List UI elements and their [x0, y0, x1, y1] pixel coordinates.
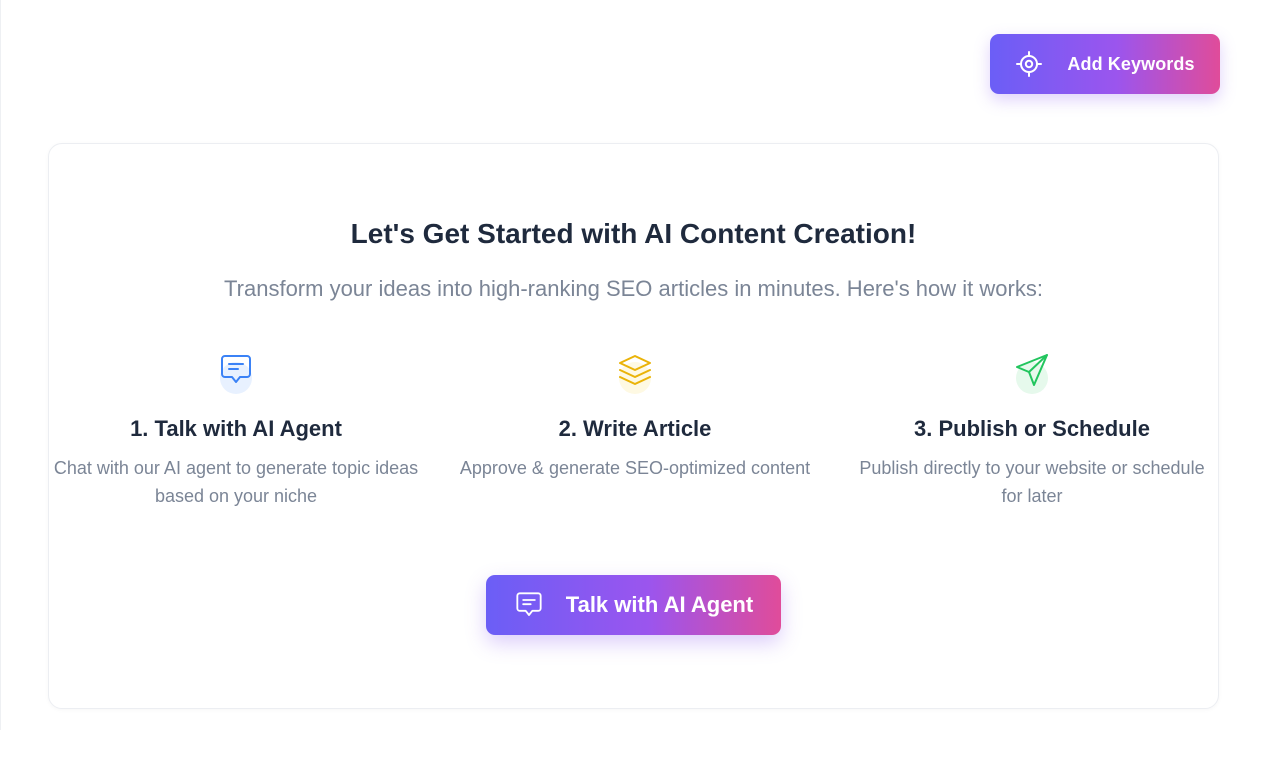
add-keywords-label: Add Keywords — [1067, 53, 1195, 74]
chat-bubble-icon — [514, 590, 544, 620]
onboarding-subtitle: Transform your ideas into high-ranking S… — [224, 276, 1043, 301]
target-icon — [1015, 50, 1043, 78]
step-description: Publish directly to your website or sche… — [859, 458, 1205, 506]
step-description: Approve & generate SEO-optimized content — [459, 458, 811, 478]
onboarding-card: Let's Get Started with AI Content Creati… — [48, 143, 1219, 709]
onboarding-title: Let's Get Started with AI Content Creati… — [350, 218, 917, 249]
step-title: 2. Write Article — [558, 416, 712, 441]
left-divider — [0, 0, 1, 730]
layers-icon — [617, 352, 653, 396]
step-title: 3. Publish or Schedule — [914, 416, 1150, 441]
step-write-article: 2. Write Article Approve & generate SEO-… — [447, 352, 823, 482]
add-keywords-button[interactable]: Add Keywords — [990, 34, 1220, 94]
send-icon — [1014, 352, 1050, 396]
step-description: Chat with our AI agent to generate topic… — [53, 458, 419, 506]
talk-with-ai-agent-label: Talk with AI Agent — [565, 592, 754, 617]
step-title: 1. Talk with AI Agent — [130, 416, 342, 441]
step-talk-with-ai-agent: 1. Talk with AI Agent Chat with our AI a… — [48, 352, 424, 510]
page: Add Keywords Let's Get Started with AI C… — [0, 0, 1270, 760]
talk-with-ai-agent-button[interactable]: Talk with AI Agent — [486, 575, 781, 635]
chat-bubble-icon — [218, 352, 254, 396]
step-publish-or-schedule: 3. Publish or Schedule Publish directly … — [844, 352, 1220, 510]
